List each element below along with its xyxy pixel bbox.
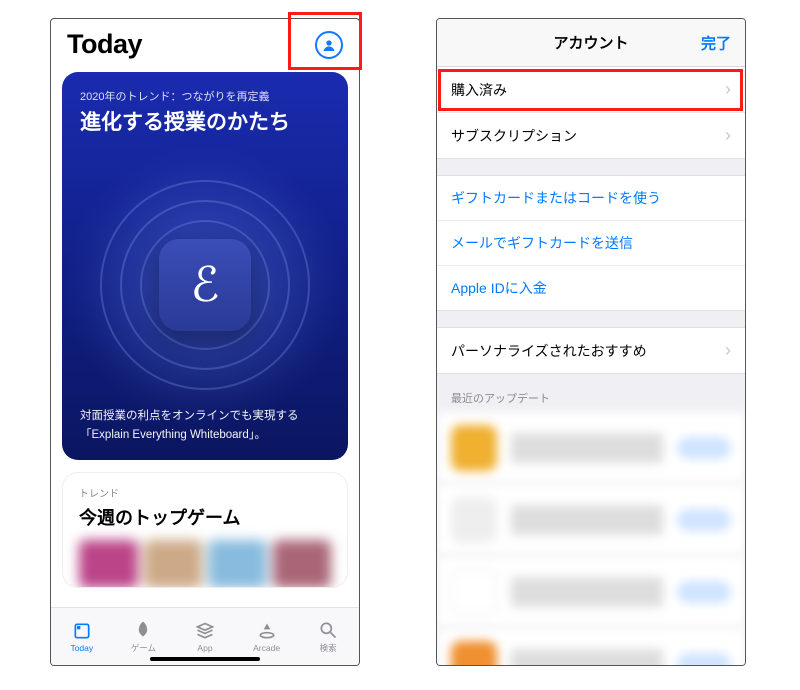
feature-card[interactable]: 2020年のトレンド：つながりを再定義 進化する授業のかたち ℰ 対面授業の利点… [62,72,348,460]
app-info [511,577,663,607]
feature-footer-line: 対面授業の利点をオンラインでも実現する [80,407,330,427]
group-gift-funds: ギフトカードまたはコードを使う メールでギフトカードを送信 Apple IDに入… [437,175,745,311]
account-button[interactable] [315,31,343,59]
person-circle-icon [321,37,337,53]
search-icon [318,620,338,640]
tab-label: ゲーム [131,642,156,654]
feature-footer-line: 「Explain Everything Whiteboard」。 [80,426,330,446]
trend-card[interactable]: トレンド 今週のトップゲーム [62,472,348,588]
update-button[interactable] [677,653,731,666]
row-label: Apple IDに入金 [451,278,547,298]
tab-label: App [197,643,212,653]
nav-bar: アカウント 完了 [437,19,745,67]
chevron-right-icon: › [725,340,731,361]
chevron-right-icon: › [725,125,731,146]
nav-title: アカウント [553,32,628,53]
arcade-icon [257,621,277,641]
row-label: メールでギフトカードを送信 [451,233,633,253]
tab-label: 検索 [320,642,337,654]
chevron-right-icon: › [725,79,731,100]
row-purchased[interactable]: 購入済み › [437,67,745,113]
trend-title: 今週のトップゲーム [79,504,331,530]
account-list: 購入済み › サブスクリプション › ギフトカードまたはコードを使う メールでギ… [437,67,745,665]
app-icon [451,569,497,615]
trend-thumbnails [79,540,331,588]
home-indicator[interactable] [150,657,260,661]
row-label: サブスクリプション [451,126,577,146]
appstore-today-screen: Today 2020年のトレンド：つながりを再定義 進化する授業のかたち ℰ 対… [50,18,360,666]
row-add-funds[interactable]: Apple IDに入金 [437,266,745,310]
page-title: Today [67,29,142,60]
tab-search[interactable]: 検索 [297,608,359,665]
app-icon [451,425,497,471]
trend-overline: トレンド [79,485,331,500]
tab-label: Today [70,643,93,653]
row-send-gift[interactable]: メールでギフトカードを送信 [437,221,745,266]
group-personalized: パーソナライズされたおすすめ › [437,327,745,374]
update-button[interactable] [677,437,731,459]
app-glyph: ℰ [190,257,219,313]
section-header-updates: 最近のアップデート [437,374,745,412]
app-info [511,505,663,535]
update-row[interactable] [437,556,745,628]
row-redeem-code[interactable]: ギフトカードまたはコードを使う [437,176,745,221]
row-label: パーソナライズされたおすすめ [451,341,647,361]
tab-today[interactable]: Today [51,608,113,665]
feature-headline: 進化する授業のかたち [80,110,330,136]
tab-label: Arcade [253,643,280,653]
recent-updates-list [437,412,745,665]
update-row[interactable] [437,412,745,484]
update-row[interactable] [437,484,745,556]
update-button[interactable] [677,509,731,531]
update-row[interactable] [437,628,745,665]
done-button[interactable]: 完了 [701,32,731,53]
today-header: Today [51,19,359,66]
app-info [511,649,663,666]
app-icon-tile: ℰ [159,239,251,331]
account-screen: アカウント 完了 購入済み › サブスクリプション › ギフトカードまたはコード… [436,18,746,666]
today-icon [72,621,92,641]
app-icon [451,641,497,666]
rocket-icon [133,620,153,640]
update-button[interactable] [677,581,731,603]
row-label: ギフトカードまたはコードを使う [451,188,661,208]
row-subscriptions[interactable]: サブスクリプション › [437,113,745,158]
row-label: 購入済み [451,80,507,100]
app-info [511,433,663,463]
feature-footer: 対面授業の利点をオンラインでも実現する 「Explain Everything … [80,407,330,446]
feature-overline: 2020年のトレンド：つながりを再定義 [80,88,330,104]
app-icon [451,497,497,543]
group-purchases: 購入済み › サブスクリプション › [437,67,745,159]
stack-icon [195,621,215,641]
row-personalized-recs[interactable]: パーソナライズされたおすすめ › [437,328,745,373]
